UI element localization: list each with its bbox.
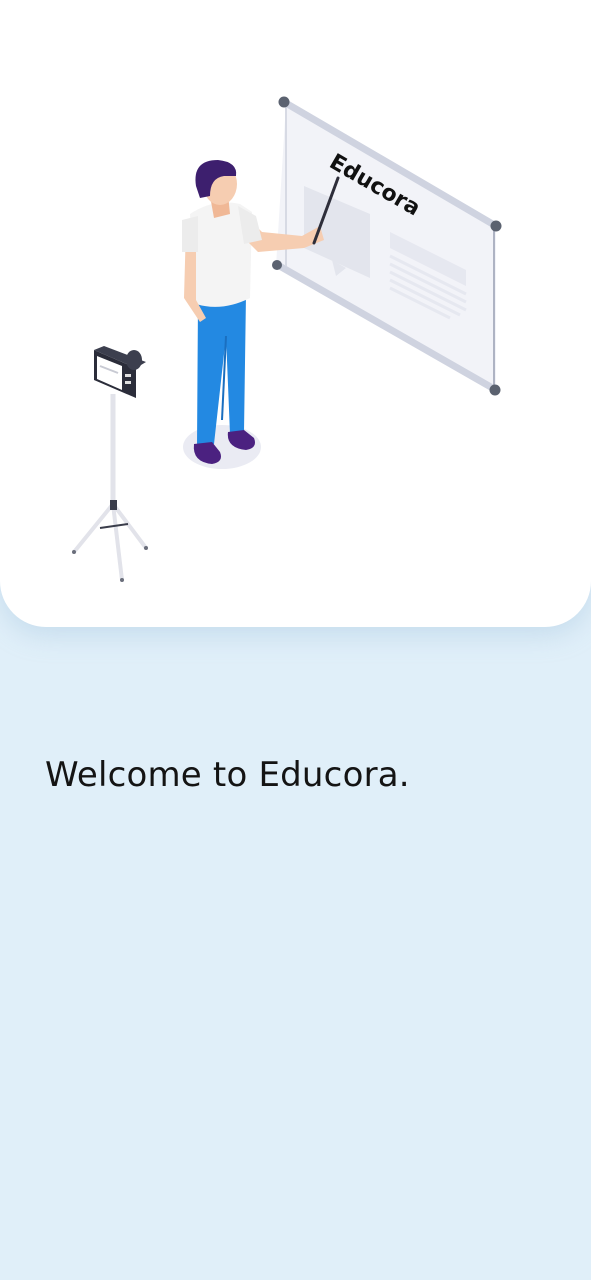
hero-card: Educora xyxy=(0,0,591,627)
hero-illustration: Educora xyxy=(72,96,502,582)
camera-tripod-icon xyxy=(72,346,148,582)
welcome-title: Welcome to Educora. xyxy=(45,755,410,795)
